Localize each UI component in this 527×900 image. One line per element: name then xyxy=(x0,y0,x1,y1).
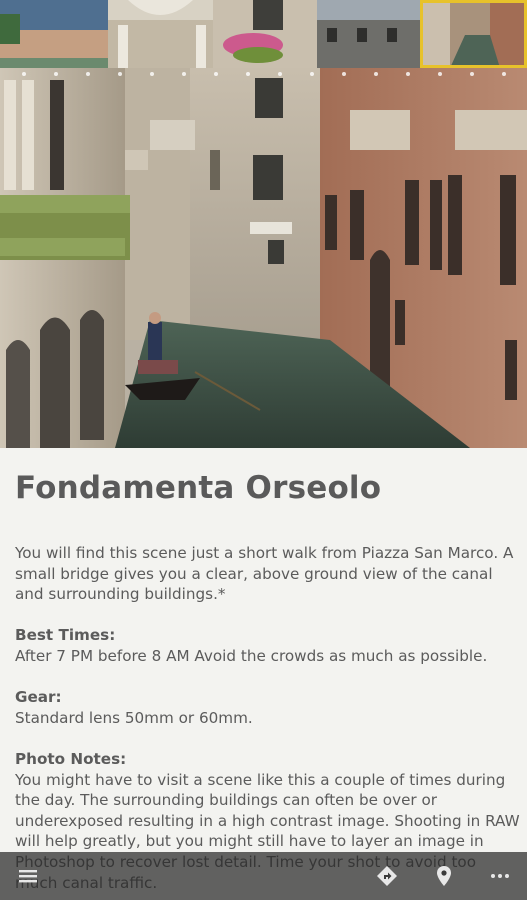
thumbnail-5-selected[interactable] xyxy=(420,0,527,68)
place-title: Fondamenta Orseolo xyxy=(15,470,382,506)
gear-heading: Gear: xyxy=(15,688,62,707)
map-pin-icon[interactable] xyxy=(432,864,456,888)
thumbnail-4[interactable] xyxy=(317,0,420,68)
gear-text: Standard lens 50mm or 60mm. xyxy=(15,708,253,727)
menu-icon[interactable] xyxy=(16,864,40,888)
directions-icon[interactable] xyxy=(375,864,399,888)
intro-text: You will find this scene just a short wa… xyxy=(15,544,514,604)
more-icon[interactable] xyxy=(488,864,512,888)
place-details[interactable]: Fondamenta Orseolo You will find this sc… xyxy=(0,448,527,900)
hero-photo[interactable] xyxy=(0,0,527,448)
best-times-heading: Best Times: xyxy=(15,626,116,645)
description-body: You will find this scene just a short wa… xyxy=(15,543,520,900)
page-indicator xyxy=(0,70,527,78)
bottom-action-bar xyxy=(0,852,527,900)
thumbnail-1[interactable] xyxy=(0,0,108,68)
thumbnail-strip[interactable] xyxy=(0,0,527,72)
gear-section: Gear: Standard lens 50mm or 60mm. xyxy=(15,687,520,728)
thumbnail-3[interactable] xyxy=(213,0,317,68)
best-times-section: Best Times: After 7 PM before 8 AM Avoid… xyxy=(15,625,520,666)
photo-notes-heading: Photo Notes: xyxy=(15,749,127,768)
thumbnail-2[interactable] xyxy=(108,0,213,68)
best-times-text: After 7 PM before 8 AM Avoid the crowds … xyxy=(15,646,488,665)
